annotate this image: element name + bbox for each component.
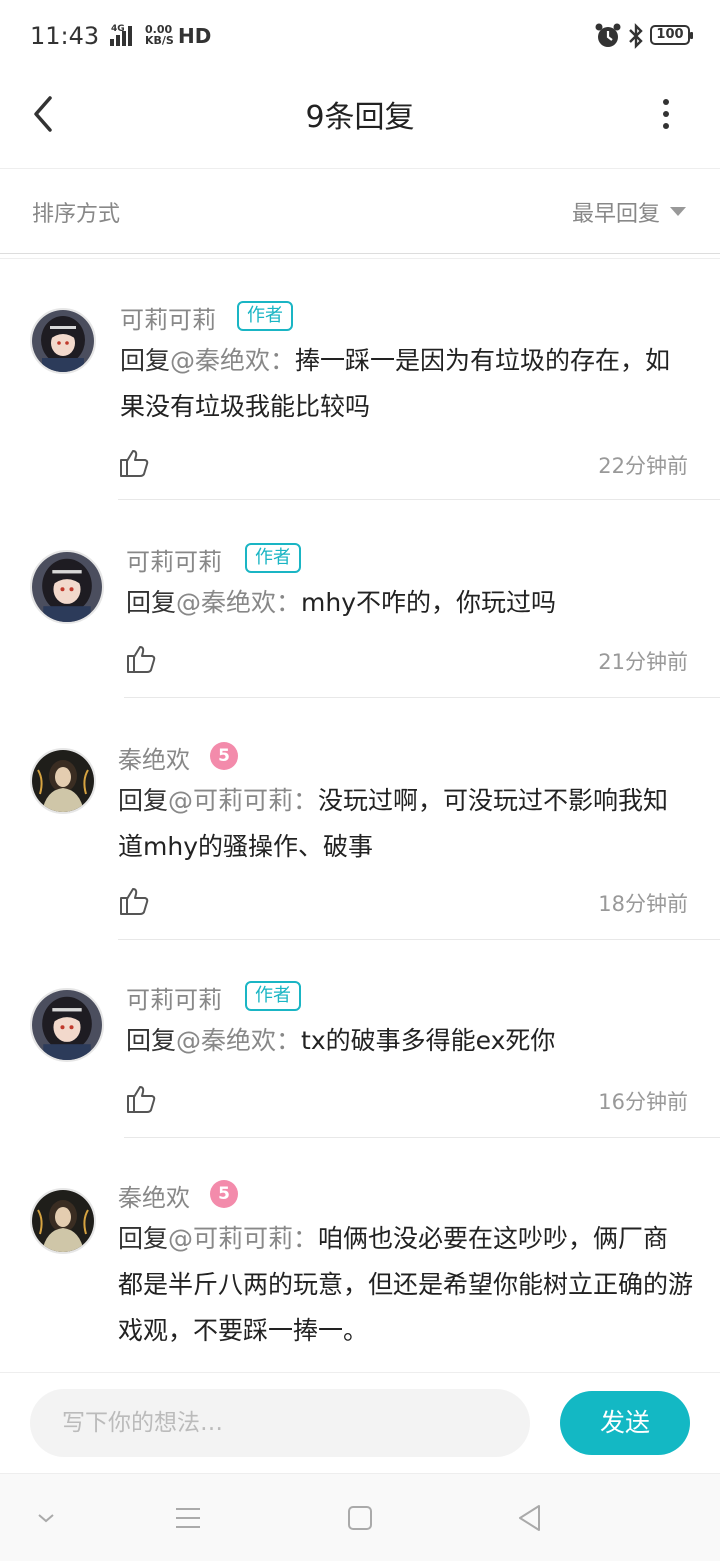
avatar[interactable] [30,308,96,374]
hd-indicator: HD [178,24,212,48]
avatar[interactable] [30,550,104,624]
author-badge: 作者 [237,301,293,331]
avatar[interactable] [30,988,104,1062]
reply-body: mhy不咋的，你玩过吗 [301,588,557,617]
reply-time: 21分钟前 [598,650,688,674]
avatar-image [32,552,102,622]
username[interactable]: 秦绝欢 [118,1178,190,1213]
reply-colon: ： [276,1026,302,1055]
thumbs-up-icon[interactable] [118,447,150,479]
avatar-image [32,750,94,812]
reply-text: 回复@可莉可莉：没玩过啊，可没玩过不影响我知道mhy的骚操作、破事 [118,778,693,870]
reply-item: 可莉可莉 作者 回复@秦绝欢：捧一踩一是因为有垃圾的存在，如果没有垃圾我能比较吗… [0,258,720,500]
reply-colon: ： [293,786,319,815]
username[interactable]: 可莉可莉 [120,300,216,335]
reply-prefix: 回复 [126,1026,177,1055]
system-nav-bar [0,1473,720,1561]
send-button[interactable]: 发送 [560,1391,690,1455]
reply-body: tx的破事多得能ex死你 [301,1026,556,1055]
title-bar: 9条回复 [0,72,720,169]
reply-prefix: 回复 [118,1224,169,1253]
network-speed: 0.00 KB/S [145,24,174,46]
thumbs-up-icon[interactable] [125,643,157,675]
reply-text: 回复@秦绝欢：mhy不咋的，你玩过吗 [126,580,701,626]
reply-time: 18分钟前 [598,892,688,916]
avatar-image [32,1190,94,1252]
reply-prefix: 回复 [120,346,171,375]
reply-text: 回复@秦绝欢：tx的破事多得能ex死你 [126,1018,701,1064]
reply-prefix: 回复 [126,588,177,617]
reply-item: 可莉可莉 作者 回复@秦绝欢：tx的破事多得能ex死你 16分钟前 [0,940,720,1138]
reply-time: 16分钟前 [598,1090,688,1114]
level-badge: 5 [210,1180,238,1208]
sort-label: 排序方式 [32,202,121,227]
reply-item: 秦绝欢 5 回复@可莉可莉：咱俩也没必要在这吵吵，俩厂商都是半斤八两的玩意，但还… [0,1138,720,1372]
avatar[interactable] [30,748,96,814]
caret-down-icon[interactable] [670,207,686,216]
username[interactable]: 秦绝欢 [118,740,190,775]
level-badge: 5 [210,742,238,770]
mention-link[interactable]: @可莉可莉 [168,1224,293,1253]
author-badge: 作者 [245,543,301,573]
signal-icon: 4G [110,24,132,46]
reply-prefix: 回复 [118,786,169,815]
reply-input[interactable]: 写下你的想法… [30,1389,530,1457]
nav-menu-icon[interactable] [172,1502,204,1534]
reply-item: 可莉可莉 作者 回复@秦绝欢：mhy不咋的，你玩过吗 21分钟前 [0,500,720,698]
mention-link[interactable]: @秦绝欢 [170,346,270,375]
thumbs-up-icon[interactable] [125,1083,157,1115]
sort-bar: 排序方式 最早回复 [0,169,720,254]
reply-time: 22分钟前 [598,454,688,478]
nav-home-icon[interactable] [344,1502,376,1534]
page-title: 9条回复 [305,100,415,135]
bluetooth-icon [629,23,643,49]
username[interactable]: 可莉可莉 [126,980,222,1015]
speed-unit: KB/S [145,34,174,47]
status-bar: 11:43 4G 0.00 KB/S HD 100 [0,0,720,72]
alarm-icon [595,23,621,47]
reply-text: 回复@可莉可莉：咱俩也没必要在这吵吵，俩厂商都是半斤八两的玩意，但还是希望你能树… [118,1216,693,1354]
mention-link[interactable]: @秦绝欢 [176,1026,276,1055]
nav-back-icon[interactable] [514,1502,546,1534]
reply-colon: ： [293,1224,319,1253]
status-time: 11:43 [30,22,100,50]
avatar-image [32,990,102,1060]
battery-icon: 100 [650,25,693,45]
nav-collapse-icon[interactable] [30,1502,62,1534]
thumbs-up-icon[interactable] [118,885,150,917]
reply-item: 秦绝欢 5 回复@可莉可莉：没玩过啊，可没玩过不影响我知道mhy的骚操作、破事 … [0,698,720,940]
reply-colon: ： [276,588,302,617]
username[interactable]: 可莉可莉 [126,542,222,577]
more-vertical-icon[interactable] [652,94,680,134]
reply-text: 回复@秦绝欢：捧一踩一是因为有垃圾的存在，如果没有垃圾我能比较吗 [120,338,695,430]
sort-dropdown[interactable]: 最早回复 [572,196,660,228]
mention-link[interactable]: @秦绝欢 [176,588,276,617]
reply-composer: 写下你的想法… 发送 [0,1372,720,1473]
mention-link[interactable]: @可莉可莉 [168,786,293,815]
avatar-image [32,310,94,372]
author-badge: 作者 [245,981,301,1011]
reply-colon: ： [270,346,296,375]
avatar[interactable] [30,1188,96,1254]
